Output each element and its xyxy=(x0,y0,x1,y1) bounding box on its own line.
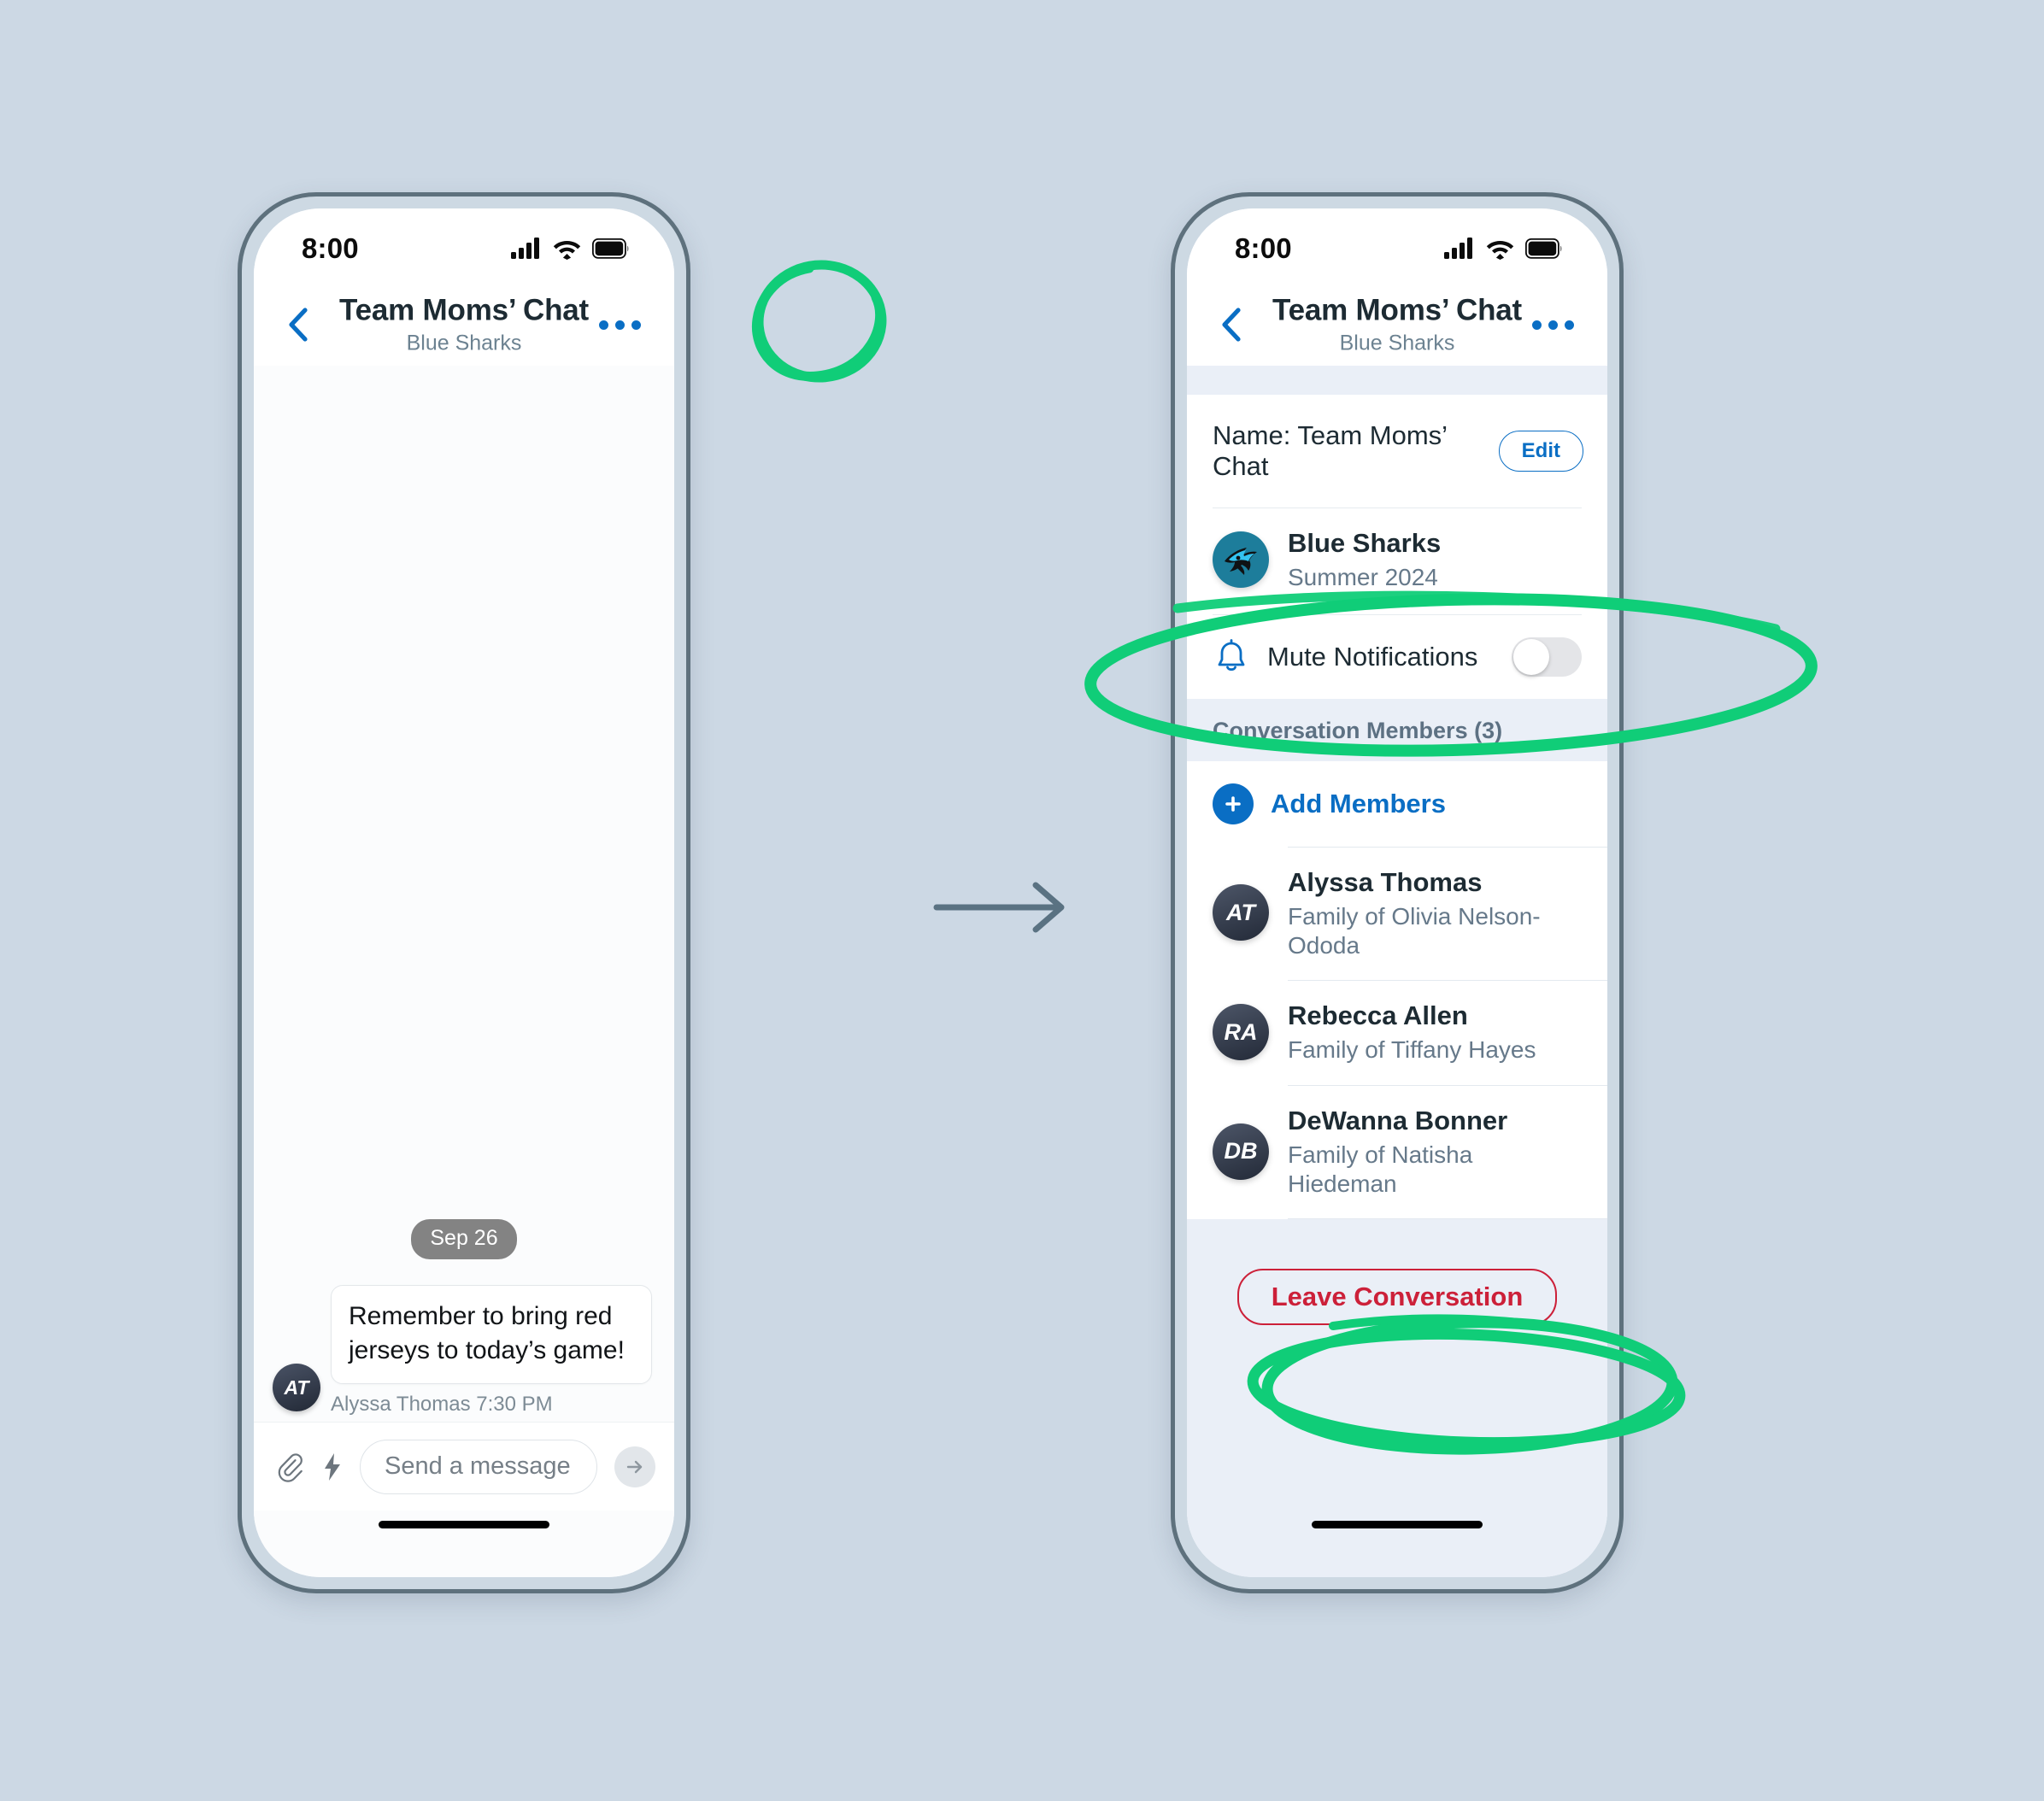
bell-icon xyxy=(1218,638,1245,671)
member-list-item[interactable]: RA Rebecca Allen Family of Tiffany Hayes xyxy=(1187,981,1607,1085)
members-card: Add Members AT Alyssa Thomas Family of O… xyxy=(1187,760,1607,1220)
conversation-members-header: Conversation Members (3) xyxy=(1187,698,1607,761)
battery-icon xyxy=(1525,238,1562,259)
mute-notifications-toggle[interactable] xyxy=(1512,637,1582,677)
member-relation: Family of Olivia Nelson-Ododa xyxy=(1288,902,1541,959)
mute-notifications-row[interactable]: Mute Notifications xyxy=(1187,614,1607,699)
status-bar-icons xyxy=(511,238,630,260)
message-input-placeholder: Send a message xyxy=(385,1452,571,1480)
avatar: AT xyxy=(1213,884,1269,942)
mute-notifications-label: Mute Notifications xyxy=(1267,641,1478,672)
message-bubble: Remember to bring red jerseys to today’s… xyxy=(331,1285,652,1384)
more-options-icon xyxy=(598,320,608,330)
more-options-button[interactable] xyxy=(1527,306,1578,343)
more-options-dot xyxy=(631,320,641,330)
phone-mockup-chat: 8:00 Team Moms’ Chat Blue Sharks Sep 26 … xyxy=(238,192,690,1593)
status-bar-time: 8:00 xyxy=(1235,232,1292,264)
avatar: DB xyxy=(1213,1123,1269,1180)
member-text-block: DeWanna Bonner Family of Natisha Hiedema… xyxy=(1288,1105,1582,1198)
send-arrow-icon xyxy=(626,1460,643,1473)
cellular-signal-icon xyxy=(511,238,539,259)
edit-name-button[interactable]: Edit xyxy=(1498,431,1583,472)
more-options-dot xyxy=(614,320,625,330)
paperclip-icon[interactable] xyxy=(276,1452,305,1482)
conversation-name-label: Name: Team Moms’ Chat xyxy=(1213,420,1447,481)
more-options-icon xyxy=(1531,320,1542,330)
member-list-item[interactable]: AT Alyssa Thomas Family of Olivia Nelson… xyxy=(1187,847,1607,981)
member-name: Rebecca Allen xyxy=(1288,1000,1468,1031)
member-text-block: Rebecca Allen Family of Tiffany Hayes xyxy=(1288,1000,1536,1065)
home-indicator xyxy=(1312,1521,1483,1528)
message-input[interactable]: Send a message xyxy=(360,1439,597,1494)
member-name: Alyssa Thomas xyxy=(1288,866,1483,897)
avatar: AT xyxy=(273,1364,320,1411)
chevron-left-icon xyxy=(1222,308,1241,342)
back-button[interactable] xyxy=(279,306,317,343)
team-season: Summer 2024 xyxy=(1288,564,1438,591)
member-text-block: Alyssa Thomas Family of Olivia Nelson-Od… xyxy=(1288,866,1582,959)
message-content: Remember to bring red jerseys to today’s… xyxy=(331,1285,652,1417)
member-name: DeWanna Bonner xyxy=(1288,1105,1508,1135)
add-members-button[interactable]: Add Members xyxy=(1187,760,1607,847)
phone-screen-settings: 8:00 Team Moms’ Chat Blue Sharks Name: T… xyxy=(1187,208,1607,1577)
nav-header: Team Moms’ Chat Blue Sharks xyxy=(254,284,674,366)
status-bar-icons xyxy=(1444,238,1563,260)
conversation-name-row: Name: Team Moms’ Chat Edit xyxy=(1187,395,1607,507)
wifi-icon xyxy=(1486,240,1514,260)
settings-top-spacer xyxy=(1187,366,1607,395)
message-item: AT Remember to bring red jerseys to toda… xyxy=(254,1285,674,1417)
member-list-item[interactable]: DB DeWanna Bonner Family of Natisha Hied… xyxy=(1187,1085,1607,1219)
status-bar-time: 8:00 xyxy=(302,232,359,264)
team-text-block: Blue Sharks Summer 2024 xyxy=(1288,527,1441,592)
right-arrow-icon xyxy=(933,882,1065,933)
more-options-icon-circle xyxy=(751,260,887,383)
conversation-settings-panel: Name: Team Moms’ Chat Edit Blue Sharks S… xyxy=(1187,366,1607,1577)
avatar: RA xyxy=(1213,1004,1269,1061)
more-options-dot xyxy=(1564,320,1574,330)
team-row[interactable]: Blue Sharks Summer 2024 xyxy=(1187,508,1607,614)
nav-header: Team Moms’ Chat Blue Sharks xyxy=(1187,284,1607,366)
battery-icon xyxy=(592,238,629,259)
phone-mockup-settings: 8:00 Team Moms’ Chat Blue Sharks Name: T… xyxy=(1171,192,1624,1593)
message-composer: Send a message xyxy=(254,1422,674,1511)
home-indicator-area xyxy=(1187,1511,1607,1577)
leave-conversation-button[interactable]: Leave Conversation xyxy=(1236,1269,1558,1326)
status-bar: 8:00 xyxy=(1187,208,1607,284)
message-meta: Alyssa Thomas 7:30 PM xyxy=(331,1393,553,1416)
send-button[interactable] xyxy=(614,1446,655,1487)
member-relation: Family of Tiffany Hayes xyxy=(1288,1036,1536,1064)
wifi-icon xyxy=(553,240,581,260)
more-options-dot xyxy=(1548,320,1558,330)
date-divider-row: Sep 26 xyxy=(254,1219,674,1260)
home-indicator xyxy=(379,1521,549,1528)
chevron-left-icon xyxy=(289,308,308,342)
member-relation: Family of Natisha Hiedeman xyxy=(1288,1141,1473,1197)
phone-screen-chat: 8:00 Team Moms’ Chat Blue Sharks Sep 26 … xyxy=(254,208,674,1577)
plus-circle-icon xyxy=(1213,783,1254,824)
toggle-knob xyxy=(1513,638,1549,675)
status-bar: 8:00 xyxy=(254,208,674,284)
lightning-bolt-icon[interactable] xyxy=(322,1452,343,1482)
more-options-button[interactable] xyxy=(594,306,645,343)
team-name: Blue Sharks xyxy=(1288,528,1442,558)
leave-conversation-area: Leave Conversation xyxy=(1187,1219,1607,1511)
cellular-signal-icon xyxy=(1444,238,1472,259)
home-indicator-area xyxy=(254,1511,674,1577)
message-thread[interactable]: Sep 26 AT Remember to bring red jerseys … xyxy=(254,366,674,1422)
add-members-label: Add Members xyxy=(1271,788,1446,818)
blue-sharks-logo-icon xyxy=(1213,531,1269,588)
date-divider-pill: Sep 26 xyxy=(411,1219,517,1260)
conversation-info-card: Name: Team Moms’ Chat Edit Blue Sharks S… xyxy=(1187,395,1607,699)
back-button[interactable] xyxy=(1213,306,1250,343)
